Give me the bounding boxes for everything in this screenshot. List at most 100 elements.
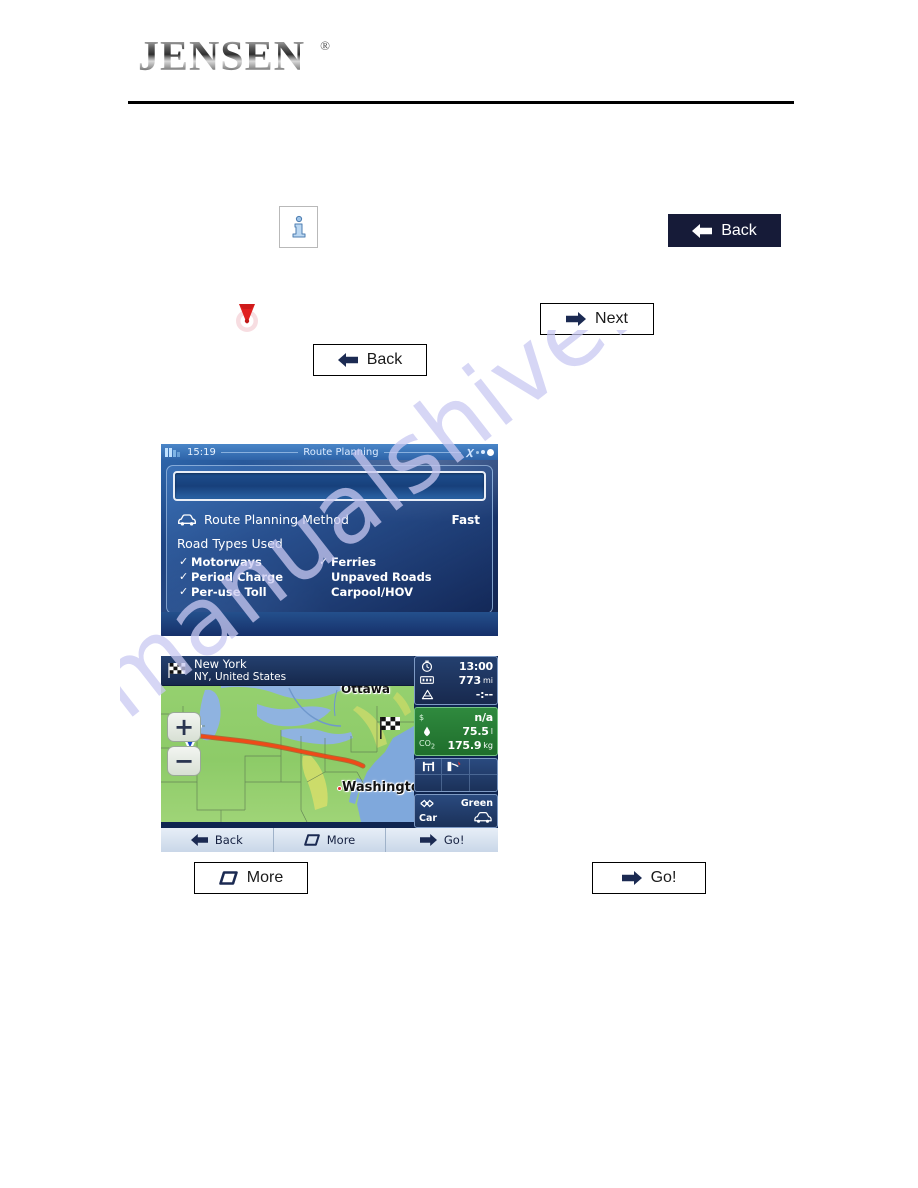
- next-button[interactable]: Next: [540, 303, 654, 335]
- distance-row: 773 mi: [419, 673, 493, 687]
- status-time: 15:19: [187, 446, 216, 458]
- warning-cell-4[interactable]: [415, 775, 443, 791]
- vehicle-label: Car: [419, 813, 438, 824]
- zoom-in-button[interactable]: +: [167, 712, 201, 742]
- more-shape-icon: [218, 871, 238, 885]
- cost-value: n/a: [474, 710, 493, 724]
- route-warnings-block: [414, 758, 498, 792]
- vehicle-icon: [473, 811, 493, 827]
- info-icon-button[interactable]: [279, 206, 318, 248]
- go-button-label: Go!: [650, 869, 677, 886]
- road-type-label: Per-use Toll: [191, 585, 267, 599]
- check-icon: ✓: [319, 555, 329, 568]
- document-page: JENSEN ® Back Next Back 15:19 Route Plan…: [0, 0, 918, 1188]
- arrow-left-icon: [337, 353, 358, 367]
- back-button-dark-label: Back: [721, 221, 757, 239]
- screen-title: Route Planning: [303, 446, 379, 458]
- route-type-value: Green: [460, 798, 493, 809]
- map-more-button[interactable]: More: [273, 828, 387, 852]
- arrow-left-icon: [190, 834, 208, 846]
- arrow-right-icon: [566, 312, 587, 326]
- cost-row: $ n/a: [419, 710, 493, 724]
- road-type-item[interactable]: ✓ Ferries: [319, 555, 492, 569]
- car-icon: [178, 513, 196, 525]
- motorway-icon-cell[interactable]: [415, 759, 443, 775]
- route-summary-field[interactable]: [173, 471, 486, 501]
- trademark-symbol: ®: [320, 38, 330, 53]
- warning-cell-5[interactable]: [442, 775, 470, 791]
- road-type-label: Carpool/HOV: [331, 585, 414, 599]
- co2-label: CO2: [419, 739, 436, 751]
- route-settings-panel: Route Planning Method Fast Road Types Us…: [166, 465, 493, 614]
- vehicle-row[interactable]: Car: [419, 811, 493, 826]
- co2-value: 175.9: [447, 738, 482, 752]
- fuel-row: 75.5 l: [419, 724, 493, 738]
- map-pin-icon: [230, 300, 264, 334]
- map-back-label: Back: [214, 833, 243, 847]
- road-type-label: Period Charge: [191, 570, 284, 584]
- back-button-light[interactable]: Back: [313, 344, 427, 376]
- road-type-label: Unpaved Roads: [331, 570, 432, 584]
- map-city-label: Washingto: [342, 780, 414, 795]
- map-area[interactable]: + − Ottawa Washingto: [161, 686, 414, 822]
- odometer-icon: [419, 676, 435, 684]
- road-type-item[interactable]: ✓ Carpool/HOV: [319, 585, 492, 599]
- destination-name: New York: [194, 656, 247, 671]
- map-more-label: More: [326, 833, 356, 847]
- road-type-item[interactable]: ✓ Motorways: [179, 555, 319, 569]
- road-type-item[interactable]: ✓ Unpaved Roads: [319, 570, 492, 584]
- route-info-panel: 13:00 773 mi -:-- $ n/a 75.5 l CO2 175.9…: [414, 656, 498, 829]
- zoom-out-button[interactable]: −: [167, 746, 201, 776]
- title-rule-left: [220, 451, 299, 453]
- fuel-drop-icon: [419, 726, 435, 737]
- check-icon: ✓: [179, 555, 189, 568]
- more-button[interactable]: More: [194, 862, 308, 894]
- destination-flag-icon: [380, 717, 400, 739]
- arrow-right-icon: [419, 834, 437, 846]
- warning-cell-6[interactable]: [470, 775, 497, 791]
- travel-time-value: 13:00: [458, 659, 493, 673]
- clock-icon: [419, 660, 435, 672]
- arrow-left-icon: [692, 223, 713, 238]
- destination-subtitle: NY, United States: [194, 670, 287, 683]
- route-method-block: Green Car: [414, 794, 498, 828]
- brand-logo-text: JENSEN: [138, 34, 306, 80]
- road-type-item[interactable]: ✓ Per-use Toll: [179, 585, 319, 599]
- route-stats-block: 13:00 773 mi -:--: [414, 656, 498, 705]
- road-type-item[interactable]: ✓ Period Charge: [179, 570, 319, 584]
- back-button-dark[interactable]: Back: [668, 214, 781, 247]
- warning-cell-3[interactable]: [469, 759, 497, 775]
- toll-road-icon: [448, 761, 462, 772]
- map-city-label: Ottawa: [341, 686, 390, 696]
- brand-logo: JENSEN ®: [138, 34, 330, 80]
- signal-dots-icon: [476, 448, 495, 456]
- motorway-icon: [422, 761, 434, 772]
- route-preview-screenshot: + − Ottawa Washingto New York NY, United…: [161, 656, 498, 852]
- title-rule-right: [383, 451, 462, 453]
- info-icon: [292, 215, 305, 238]
- arrival-icon: [419, 689, 435, 700]
- eco-stats-block: $ n/a 75.5 l CO2 175.9 kg: [414, 707, 498, 756]
- destination-bar[interactable]: New York NY, United States: [161, 656, 414, 686]
- route-planning-bottom-bar: [161, 612, 498, 636]
- route-type-icon: [419, 799, 435, 808]
- eta-row: -:--: [419, 687, 493, 701]
- route-type-row[interactable]: Green: [419, 796, 493, 811]
- go-button[interactable]: Go!: [592, 862, 706, 894]
- road-type-label: Motorways: [191, 555, 262, 569]
- more-shape-icon: [303, 834, 320, 846]
- header-divider: [128, 101, 794, 104]
- route-planning-method-value: Fast: [451, 512, 480, 527]
- check-icon: ✓: [179, 585, 189, 598]
- toll-icon-cell[interactable]: [442, 759, 470, 775]
- cost-label: $: [419, 712, 425, 722]
- route-planning-titlebar: 15:19 Route Planning 𝛘: [161, 444, 498, 460]
- next-button-label: Next: [595, 310, 628, 327]
- map-go-label: Go!: [443, 833, 465, 847]
- eta-value: -:--: [475, 687, 494, 701]
- co2-unit: kg: [483, 740, 493, 750]
- check-icon: ✓: [179, 570, 189, 583]
- map-go-button[interactable]: Go!: [386, 828, 498, 852]
- route-planning-method-row[interactable]: Route Planning Method Fast: [177, 512, 480, 527]
- map-back-button[interactable]: Back: [161, 828, 274, 852]
